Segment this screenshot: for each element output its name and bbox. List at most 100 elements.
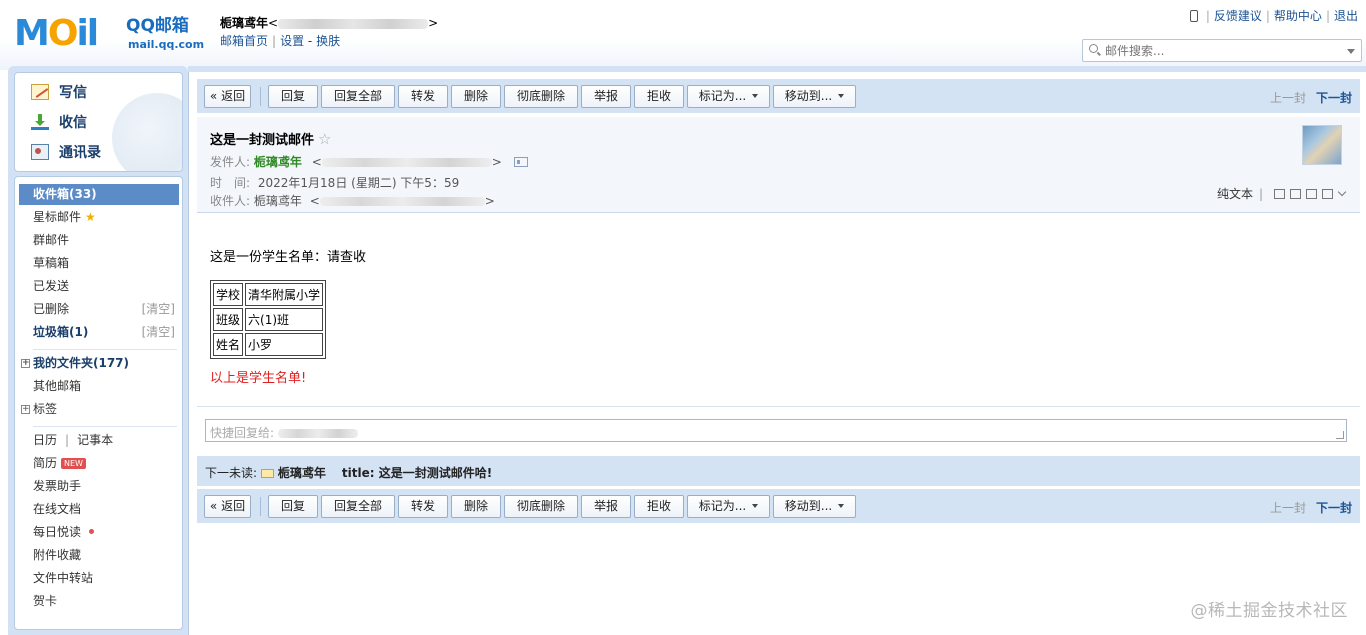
reject-button[interactable]: 拒收 [634,495,684,518]
divider [33,426,177,427]
mail-toolbar-bottom: « 返回 回复 回复全部 转发 删除 彻底删除 举报 拒收 标记为... 移动到… [197,489,1360,523]
back-button[interactable]: « 返回 [204,495,251,518]
mark-as-dropdown[interactable]: 标记为... [687,495,770,518]
forward-button[interactable]: 转发 [398,85,448,108]
quick-reply-input[interactable]: 快捷回复给: [205,419,1347,442]
expand-icon[interactable]: + [21,405,30,414]
sender-name[interactable]: 栀璃鸢年 [254,155,302,169]
move-to-dropdown[interactable]: 移动到... [773,85,856,108]
mobile-icon[interactable] [1189,10,1198,22]
calendar-link[interactable]: 日历 [33,433,57,447]
folder-deleted[interactable]: 已删除 [清空] [19,299,179,320]
save-icon[interactable] [1306,188,1317,199]
new-window-icon[interactable] [1274,188,1285,199]
body-footer: 以上是学生名单! [210,371,307,386]
reply-button[interactable]: 回复 [268,495,318,518]
next-unread-sender[interactable]: 栀璃鸢年 [278,466,326,480]
contacts-button[interactable]: 通讯录 [31,140,101,164]
prev-mail-link[interactable]: 上一封 [1270,91,1306,105]
resize-handle-icon[interactable] [1336,431,1344,439]
header: MOil QQ邮箱 mail.qq.com 栀璃鸢年< > 邮箱首页 | 设置 - 换… [0,0,1366,70]
delete-button[interactable]: 删除 [451,85,501,108]
qq-mail-logo[interactable]: MOil QQ邮箱 mail.qq.com [14,14,204,54]
folder-tags[interactable]: + 标签 [19,399,179,420]
table-cell: 学校 [213,283,244,306]
folder-starred[interactable]: 星标邮件 ★ [19,207,179,228]
folder-spam[interactable]: 垃圾箱(1) [清空] [19,322,179,343]
table-row: 学校 清华附属小学 [213,283,324,306]
delete-forever-button[interactable]: 彻底删除 [504,495,578,518]
app-greeting-cards[interactable]: 贺卡 [19,591,179,612]
folder-other-mailboxes[interactable]: 其他邮箱 [19,376,179,397]
next-mail-link[interactable]: 下一封 [1316,501,1352,515]
app-invoice-assistant[interactable]: 发票助手 [19,476,179,497]
sender-row: 发件人: 栀璃鸢年 < > [210,153,528,170]
prev-mail-link[interactable]: 上一封 [1270,501,1306,515]
mailbox-home-link[interactable]: 邮箱首页 [220,34,268,48]
report-spam-button[interactable]: 举报 [581,495,631,518]
top-links: | 反馈建议 | 帮助中心 | 退出 [1189,7,1358,24]
reply-all-button[interactable]: 回复全部 [321,495,395,518]
reply-button[interactable]: 回复 [268,85,318,108]
app-daily-reading[interactable]: 每日悦读 [19,522,179,543]
app-calendar-notebook: 日历 | 记事本 [33,433,114,447]
move-to-dropdown[interactable]: 移动到... [773,495,856,518]
mail-pager: 上一封 下一封 [1270,89,1352,106]
feedback-link[interactable]: 反馈建议 [1214,9,1262,23]
folder-inbox[interactable]: 收件箱(33) [19,184,179,205]
notebook-link[interactable]: 记事本 [77,433,113,447]
search-icon [1089,44,1098,53]
reject-button[interactable]: 拒收 [634,85,684,108]
note-icon[interactable] [1290,188,1301,199]
app-file-transfer[interactable]: 文件中转站 [19,568,179,589]
delete-forever-button[interactable]: 彻底删除 [504,85,578,108]
plain-text-link[interactable]: 纯文本 [1217,185,1253,202]
account-links: 邮箱首页 | 设置 - 换肤 [220,34,341,48]
inbox-download-icon [31,114,49,130]
folder-drafts[interactable]: 草稿箱 [19,253,179,274]
report-spam-button[interactable]: 举报 [581,85,631,108]
mark-as-dropdown[interactable]: 标记为... [687,85,770,108]
clear-deleted-link[interactable]: [清空] [142,299,175,320]
chevron-down-icon [838,504,845,508]
search-dropdown-icon[interactable] [1347,49,1355,54]
unread-dot-icon [89,529,95,534]
logout-link[interactable]: 退出 [1334,9,1358,23]
mail-body: 这是一份学生名单：请查收 学校 清华附属小学 班级 六(1)班 姓名 小罗 以上… [210,246,366,386]
mail-subject: 这是一封测试邮件 ☆ [210,130,332,148]
star-toggle-icon[interactable]: ☆ [318,130,331,148]
table-cell: 姓名 [213,333,244,356]
folder-my-folders[interactable]: + 我的文件夹(177) [19,353,179,374]
folder-group-mail[interactable]: 群邮件 [19,230,179,251]
chevron-down-icon [752,94,759,98]
write-mail-button[interactable]: 写信 [31,80,87,104]
settings-link[interactable]: 设置 [280,34,304,48]
reply-all-button[interactable]: 回复全部 [321,85,395,108]
change-skin-link[interactable]: 换肤 [316,34,340,48]
folder-list: 收件箱(33) 星标邮件 ★ 群邮件 草稿箱 已发送 已删除 [清空] 垃圾箱(1)… [14,176,183,630]
sender-avatar[interactable] [1302,125,1342,165]
app-resume[interactable]: 简历 NEW [19,453,179,474]
delete-button[interactable]: 删除 [451,495,501,518]
contact-card-icon[interactable] [513,157,528,167]
forward-button[interactable]: 转发 [398,495,448,518]
app-attachments[interactable]: 附件收藏 [19,545,179,566]
app-online-docs[interactable]: 在线文档 [19,499,179,520]
back-button[interactable]: « 返回 [204,85,251,108]
help-center-link[interactable]: 帮助中心 [1274,9,1322,23]
clear-spam-link[interactable]: [清空] [142,322,175,343]
recipient-name: 栀璃鸢年 [253,194,302,208]
next-unread-subject[interactable]: title: 这是一封测试邮件哈! [342,466,492,480]
folder-sent[interactable]: 已发送 [19,276,179,297]
mail-search-box[interactable] [1082,39,1362,62]
receive-mail-button[interactable]: 收信 [31,110,87,134]
print-icon[interactable] [1322,188,1333,199]
expand-icon[interactable]: + [21,359,30,368]
next-mail-link[interactable]: 下一封 [1316,91,1352,105]
more-chevron-icon[interactable] [1338,190,1346,198]
table-cell: 清华附属小学 [245,283,324,306]
chevron-down-icon [752,504,759,508]
search-input[interactable] [1105,42,1335,59]
account-email-blurred [278,18,429,29]
logo-mail-text: MOil [14,13,99,54]
